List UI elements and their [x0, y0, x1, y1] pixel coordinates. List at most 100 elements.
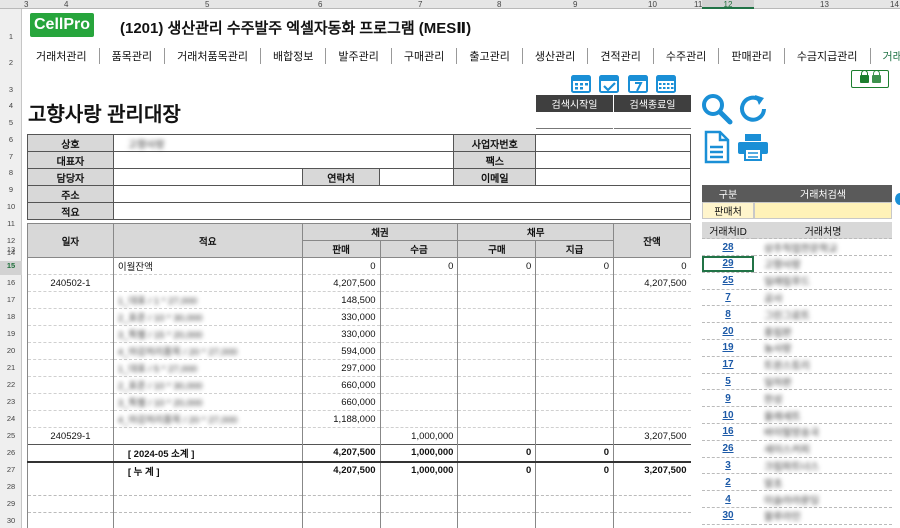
- customer-name[interactable]: 풍림판: [754, 322, 892, 341]
- ledger-cell-memo[interactable]: 1_대표 / 1 * 27,000: [112, 291, 303, 309]
- row-header[interactable]: 29: [0, 499, 22, 508]
- ledger-empty-cell[interactable]: [457, 512, 536, 528]
- customer-id-link[interactable]: 3: [702, 457, 754, 475]
- customer-id-link[interactable]: 10: [702, 406, 754, 425]
- ledger-cell-collect[interactable]: 1,000,000: [379, 460, 458, 479]
- printer-icon[interactable]: [736, 132, 770, 162]
- customer-name[interactable]: 한성: [754, 389, 892, 408]
- customer-list-item[interactable]: 29 고향사랑: [702, 255, 892, 273]
- ledger-cell-payment[interactable]: 0: [535, 444, 614, 462]
- menu-item-customer-ledger[interactable]: 거래처: [871, 48, 900, 64]
- ledger-cell-balance[interactable]: [613, 325, 691, 343]
- row-header[interactable]: 27: [0, 465, 22, 474]
- customer-name[interactable]: 일래림푸드: [754, 272, 892, 290]
- calendar-week-icon[interactable]: [627, 72, 649, 94]
- customer-search-input[interactable]: [754, 202, 892, 219]
- ledger-cell-balance[interactable]: [613, 393, 691, 411]
- customer-id-link[interactable]: 19: [702, 339, 754, 357]
- ledger-empty-cell[interactable]: [379, 512, 458, 528]
- ledger-empty-cell[interactable]: [535, 478, 614, 496]
- row-header[interactable]: 25: [0, 431, 22, 440]
- menu-item-quotes[interactable]: 견적관리: [588, 48, 654, 64]
- customer-list-item[interactable]: 7 공사: [702, 289, 892, 307]
- ledger-cell-memo[interactable]: 3_특별 / 10 * 20,000: [112, 393, 303, 411]
- col-header[interactable]: 3: [24, 0, 28, 9]
- customer-list-item[interactable]: 26 세이스커피: [702, 440, 892, 458]
- row-header[interactable]: 4: [0, 101, 22, 110]
- ledger-cell-date[interactable]: [27, 257, 114, 275]
- ledger-empty-cell[interactable]: [613, 478, 691, 496]
- ledger-cell-date[interactable]: [27, 291, 114, 309]
- ledger-row[interactable]: 240529-1 1,000,000 3,207,500: [27, 427, 691, 445]
- ledger-empty-cell[interactable]: [379, 478, 458, 496]
- customer-list-item[interactable]: 2 알초: [702, 473, 892, 492]
- customer-id-link[interactable]: 25: [702, 272, 754, 290]
- row-header[interactable]: 9: [0, 185, 22, 194]
- col-header[interactable]: 6: [318, 0, 322, 9]
- row-header[interactable]: 28: [0, 482, 22, 491]
- ledger-cell-payment[interactable]: [535, 359, 614, 377]
- col-header[interactable]: 8: [497, 0, 501, 9]
- customer-list-item[interactable]: 3 크림파트너스: [702, 457, 892, 475]
- ledger-empty-cell[interactable]: [535, 495, 614, 513]
- customer-list-item[interactable]: 10 울래세트: [702, 406, 892, 425]
- ledger-row[interactable]: 240502-1 4,207,500 4,207,500: [27, 274, 691, 292]
- ledger-row[interactable]: 1_대표 / 5 * 27,000 297,000: [27, 359, 691, 377]
- row-header[interactable]: 19: [0, 329, 22, 338]
- ledger-cell-memo[interactable]: 2_표준 / 10 * 30,000: [112, 376, 303, 394]
- ledger-empty-cell[interactable]: [301, 478, 381, 496]
- row-header[interactable]: 26: [0, 448, 22, 457]
- customer-id-link[interactable]: 16: [702, 423, 754, 441]
- col-header[interactable]: 9: [573, 0, 577, 9]
- row-header[interactable]: 18: [0, 312, 22, 321]
- customer-name[interactable]: 상주직업전문학교: [754, 238, 892, 257]
- ledger-cell-payment[interactable]: [535, 325, 614, 343]
- ledger-cell-sales[interactable]: 660,000: [301, 393, 381, 411]
- row-header[interactable]: 2: [0, 58, 22, 67]
- customer-name[interactable]: 알초: [754, 473, 892, 492]
- ledger-empty-cell[interactable]: [27, 495, 114, 513]
- ledger-cell-payment[interactable]: [535, 410, 614, 428]
- ledger-row[interactable]: 3_특별 / 15 * 20,000 330,000: [27, 325, 691, 343]
- ledger-cell-collect[interactable]: [379, 342, 458, 360]
- menu-item-payments[interactable]: 수금지급관리: [785, 48, 871, 64]
- ledger-cell-balance[interactable]: [613, 342, 691, 360]
- row-header[interactable]: 12: [0, 236, 22, 245]
- customer-name[interactable]: 농사랑: [754, 339, 892, 357]
- row-header[interactable]: 11: [0, 219, 22, 228]
- lock-toggle[interactable]: [851, 70, 889, 88]
- menu-item-mix-info[interactable]: 배합정보: [261, 48, 327, 64]
- menu-item-items[interactable]: 품목관리: [100, 48, 166, 64]
- ledger-empty-cell[interactable]: [379, 495, 458, 513]
- customer-id-link[interactable]: 8: [702, 305, 754, 324]
- search-start-date-input[interactable]: [536, 112, 613, 129]
- customer-name[interactable]: 이슬라라운딩: [754, 490, 892, 509]
- ledger-cell-collect[interactable]: [379, 325, 458, 343]
- ledger-cell-payment[interactable]: [535, 376, 614, 394]
- ledger-cell-balance[interactable]: [613, 291, 691, 309]
- ledger-cell-sales[interactable]: [301, 427, 381, 445]
- bizno-field[interactable]: [535, 134, 691, 152]
- address-field[interactable]: [112, 185, 692, 203]
- customer-list-item[interactable]: 4 이슬라라운딩: [702, 490, 892, 509]
- ledger-cell-collect[interactable]: [379, 274, 458, 292]
- calendar-check-icon[interactable]: [598, 72, 620, 94]
- ledger-cell-collect[interactable]: 1,000,000: [379, 427, 458, 445]
- customer-list-item[interactable]: 19 농사랑: [702, 339, 892, 357]
- ledger-cell-sales[interactable]: 330,000: [301, 325, 381, 343]
- ledger-cell-sales[interactable]: 148,500: [301, 291, 381, 309]
- customer-list-item[interactable]: 25 일래림푸드: [702, 272, 892, 290]
- row-header[interactable]: 23: [0, 397, 22, 406]
- ledger-cell-sales[interactable]: 660,000: [301, 376, 381, 394]
- row-header[interactable]: 5: [0, 118, 22, 127]
- menu-item-customers[interactable]: 거래처관리: [24, 48, 100, 64]
- ledger-row[interactable]: [ 2024-05 소계 ] 4,207,500 1,000,000 0 0: [27, 444, 691, 462]
- ledger-cell-memo[interactable]: 2_표준 / 10 * 30,000: [112, 308, 303, 326]
- row-header[interactable]: 30: [0, 516, 22, 525]
- ledger-cell-collect[interactable]: [379, 291, 458, 309]
- ledger-empty-cell[interactable]: [27, 478, 114, 496]
- ledger-cell-purchase[interactable]: 0: [457, 257, 536, 275]
- customer-name[interactable]: 크림파트너스: [754, 457, 892, 475]
- ledger-empty-cell[interactable]: [457, 478, 536, 496]
- ledger-row[interactable]: 4_마감처리품목 / 20 * 27,000 594,000: [27, 342, 691, 360]
